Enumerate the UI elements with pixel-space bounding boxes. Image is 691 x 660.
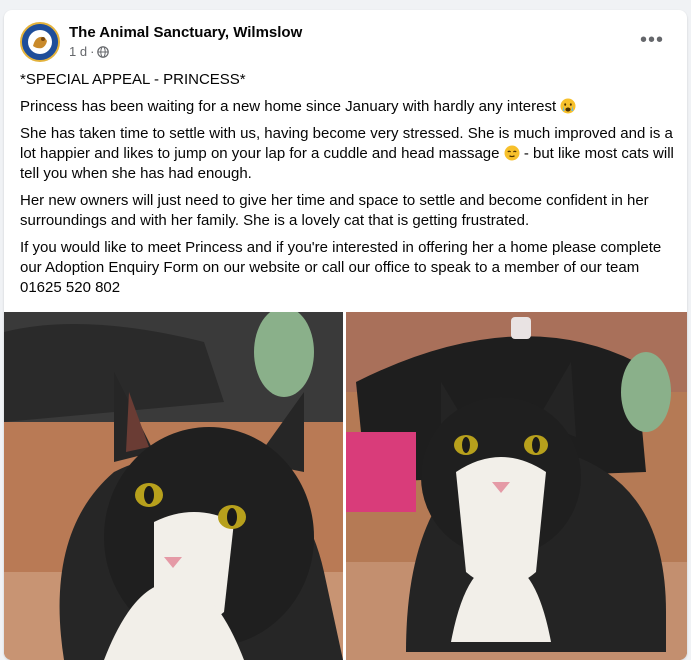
paragraph-text: Princess has been waiting for a new home… bbox=[20, 98, 557, 115]
post-photos bbox=[4, 312, 687, 660]
post-meta: 1 d · bbox=[69, 44, 110, 59]
post-timestamp[interactable]: 1 d bbox=[69, 44, 87, 59]
page-avatar[interactable] bbox=[20, 22, 60, 62]
globe-icon bbox=[97, 45, 110, 58]
post-card: The Animal Sanctuary, Wilmslow 1 d · •••… bbox=[4, 10, 687, 660]
cat-photo-1[interactable] bbox=[4, 312, 343, 660]
cat-photo-2-image bbox=[346, 312, 687, 660]
page-name-link[interactable]: The Animal Sanctuary, Wilmslow bbox=[69, 24, 302, 41]
crying-face-emoji bbox=[560, 98, 576, 114]
post-paragraph: If you would like to meet Princess and i… bbox=[20, 239, 662, 296]
content-face-emoji bbox=[504, 145, 520, 161]
sanctuary-logo-icon bbox=[22, 24, 58, 60]
post-header: The Animal Sanctuary, Wilmslow 1 d · ••• bbox=[20, 22, 670, 62]
post-text: *SPECIAL APPEAL - PRINCESS* Princess has… bbox=[20, 70, 674, 305]
more-options-icon: ••• bbox=[639, 28, 664, 51]
more-options-button[interactable]: ••• bbox=[634, 22, 670, 58]
cat-photo-1-image bbox=[4, 312, 343, 660]
meta-separator: · bbox=[90, 44, 95, 59]
post-paragraph: Princess has been waiting for a new home… bbox=[20, 97, 674, 117]
post-paragraph: Her new owners will just need to give he… bbox=[20, 192, 649, 229]
cat-photo-2[interactable] bbox=[346, 312, 687, 660]
post-paragraph: She has taken time to settle with us, ha… bbox=[20, 124, 674, 184]
post-paragraph: *SPECIAL APPEAL - PRINCESS* bbox=[20, 71, 246, 88]
